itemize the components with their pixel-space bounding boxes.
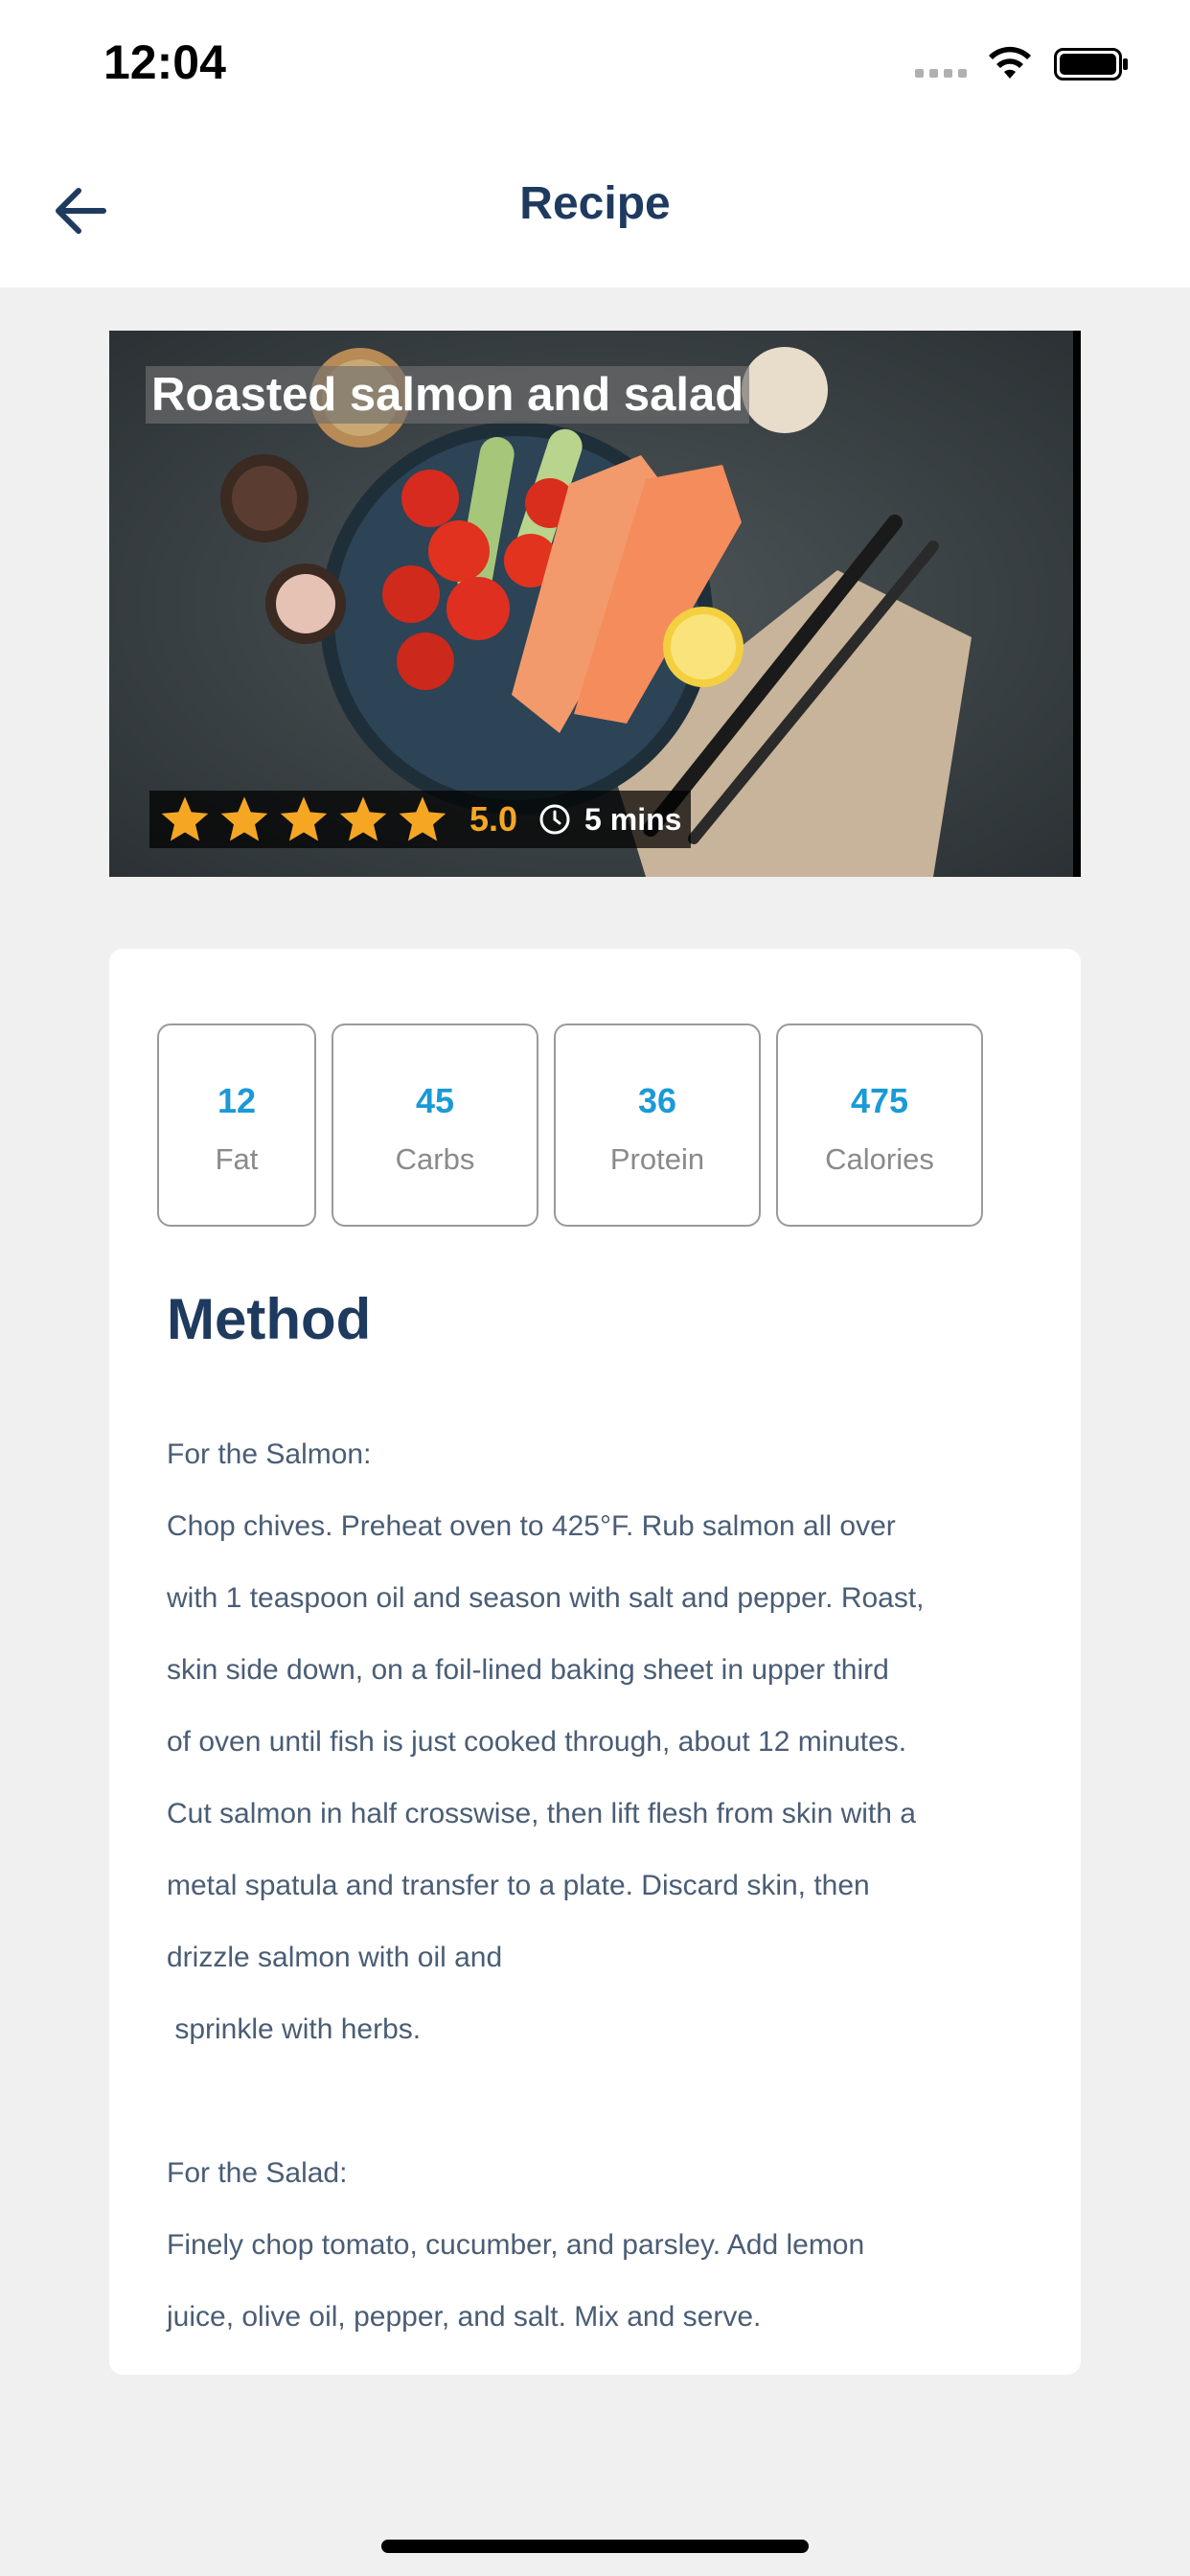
nutrient-protein: 36 Protein [554, 1024, 761, 1227]
rating-value: 5.0 [469, 799, 518, 839]
clock-icon [539, 804, 570, 835]
recipe-hero-image: Roasted salmon and salad 5.0 5 mins [109, 331, 1081, 877]
nutrient-value: 45 [415, 1081, 455, 1120]
method-line: Finely chop tomato, cucumber, and parsle… [167, 2229, 865, 2261]
method-line: For the Salmon: [167, 1438, 372, 1470]
nutrient-label: Carbs [395, 1142, 475, 1176]
method-instructions: For the Salmon: Chop chives. Preheat ove… [167, 1436, 1029, 2370]
page-title: Recipe [519, 178, 671, 229]
status-time: 12:04 [103, 35, 226, 89]
home-indicator[interactable] [381, 2540, 809, 2553]
method-line: metal spatula and transfer to a plate. D… [167, 1870, 870, 1901]
nutrient-carbs: 45 Carbs [332, 1024, 538, 1227]
recipe-card: 12 Fat 45 Carbs 36 Protein 475 Calories … [109, 949, 1081, 2375]
cook-time: 5 mins [584, 801, 682, 837]
method-heading: Method [167, 1287, 372, 1351]
wifi-icon [989, 46, 1031, 79]
battery-icon [1054, 48, 1128, 80]
nutrient-label: Calories [825, 1142, 934, 1176]
status-bar: 12:04 [0, 0, 1190, 129]
nutrient-label: Protein [609, 1142, 705, 1176]
rating-bar: 5.0 5 mins [149, 791, 692, 848]
nutrient-value: 475 [850, 1081, 909, 1120]
method-line: skin side down, on a foil-lined baking s… [167, 1654, 889, 1686]
nutrient-row: 12 Fat 45 Carbs 36 Protein 475 Calories [157, 1024, 983, 1227]
star-icon [280, 796, 328, 841]
nutrient-calories: 475 Calories [776, 1024, 983, 1227]
nutrient-value: 36 [637, 1081, 677, 1120]
nav-bar: Recipe [0, 129, 1190, 288]
method-line: Cut salmon in half crosswise, then lift … [167, 1798, 916, 1829]
cellular-signal-icon [915, 69, 967, 78]
nutrient-value: 12 [217, 1081, 257, 1120]
star-icon [339, 796, 387, 841]
method-line: with 1 teaspoon oil and season with salt… [167, 1582, 925, 1614]
method-line: Chop chives. Preheat oven to 425°F. Rub … [167, 1510, 896, 1542]
nutrient-fat: 12 Fat [157, 1024, 316, 1227]
method-line: drizzle salmon with oil and [167, 1942, 503, 1973]
method-line [167, 2082, 1029, 2154]
recipe-title: Roasted salmon and salad [146, 366, 750, 424]
method-line: of oven until fish is just cooked throug… [167, 1726, 907, 1758]
image-edge [1073, 331, 1081, 877]
method-line: juice, olive oil, pepper, and salt. Mix … [167, 2301, 762, 2333]
star-icon [399, 796, 446, 841]
method-line: sprinkle with herbs. [167, 2013, 422, 2045]
star-icon [161, 796, 209, 841]
star-icon [220, 796, 268, 841]
method-line: For the Salad: [167, 2157, 348, 2189]
nutrient-label: Fat [215, 1142, 259, 1176]
